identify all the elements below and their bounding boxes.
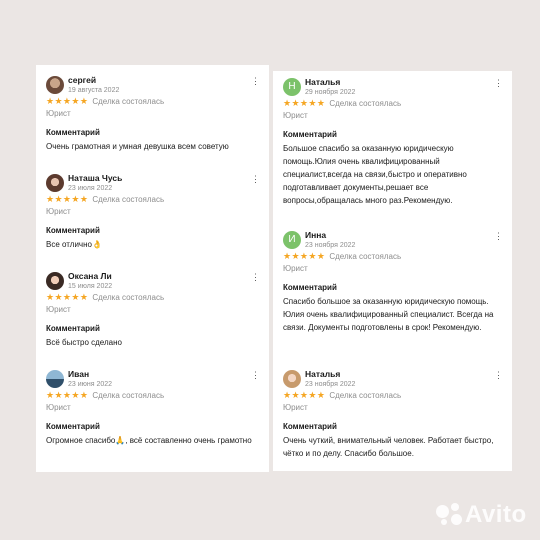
service-category: Юрист <box>46 305 71 314</box>
avito-watermark: Avito <box>436 501 527 529</box>
review-date: 23 июля 2022 <box>68 185 113 192</box>
service-category: Юрист <box>46 403 71 412</box>
avatar[interactable]: Н <box>283 78 301 96</box>
review-item: И Инна 23 ноября 2022 ⋮ ★★★★★ Сделка сост… <box>283 230 503 334</box>
avatar[interactable] <box>46 76 64 94</box>
service-category: Юрист <box>283 403 308 412</box>
service-category: Юрист <box>283 111 308 120</box>
deal-status: Сделка состоялась <box>92 97 165 106</box>
comment-text: Огромное спасибо🙏, всё составленно очень… <box>46 436 252 445</box>
deal-status: Сделка состоялась <box>92 195 165 204</box>
review-date: 29 ноября 2022 <box>305 89 356 96</box>
service-category: Юрист <box>46 207 71 216</box>
more-options-icon[interactable]: ⋮ <box>251 371 260 380</box>
comment-heading: Комментарий <box>283 283 337 292</box>
rating-stars: ★★★★★ <box>46 194 89 204</box>
more-options-icon[interactable]: ⋮ <box>494 371 503 380</box>
reviewer-name[interactable]: Оксана Ли <box>68 271 259 282</box>
review-item: Н Наталья 29 ноября 2022 ⋮ ★★★★★ Сделка с… <box>283 77 503 207</box>
service-category: Юрист <box>283 264 308 273</box>
review-item: Иван 23 июня 2022 ⋮ ★★★★★ Сделка состояла… <box>46 369 260 447</box>
comment-text: Большое спасибо за оказанную юридическую… <box>283 144 467 205</box>
rating-stars: ★★★★★ <box>46 390 89 400</box>
review-date: 15 июля 2022 <box>68 283 113 290</box>
avatar[interactable] <box>283 370 301 388</box>
comment-heading: Комментарий <box>46 422 100 431</box>
review-item: Оксана Ли 15 июля 2022 ⋮ ★★★★★ Сделка сос… <box>46 271 260 349</box>
deal-status: Сделка состоялась <box>92 293 165 302</box>
reviews-card-left: сергей 19 августа 2022 ⋮ ★★★★★ Сделка сос… <box>36 65 269 472</box>
rating-stars: ★★★★★ <box>283 251 326 261</box>
comment-text: Все отлично👌 <box>46 240 102 249</box>
rating-stars: ★★★★★ <box>46 96 89 106</box>
deal-status: Сделка состоялась <box>329 391 402 400</box>
avito-logo-text: Avito <box>465 501 527 528</box>
avatar[interactable] <box>46 370 64 388</box>
avito-logo-icon <box>436 503 462 527</box>
comment-heading: Комментарий <box>46 226 100 235</box>
reviewer-name[interactable]: Инна <box>305 230 502 241</box>
more-options-icon[interactable]: ⋮ <box>251 175 260 184</box>
comment-text: Всё быстро сделано <box>46 338 122 347</box>
reviewer-name[interactable]: Наталья <box>305 77 502 88</box>
service-category: Юрист <box>46 109 71 118</box>
deal-status: Сделка состоялась <box>92 391 165 400</box>
deal-status: Сделка состоялась <box>329 99 402 108</box>
comment-text: Спасибо большое за оказанную юридическую… <box>283 297 494 332</box>
more-options-icon[interactable]: ⋮ <box>494 79 503 88</box>
comment-heading: Комментарий <box>283 422 337 431</box>
review-item: Наталья 23 ноября 2022 ⋮ ★★★★★ Сделка сос… <box>283 369 503 460</box>
avatar[interactable]: И <box>283 231 301 249</box>
avatar[interactable] <box>46 174 64 192</box>
reviewer-name[interactable]: Наталья <box>305 369 502 380</box>
reviewer-name[interactable]: Иван <box>68 369 259 380</box>
review-date: 19 августа 2022 <box>68 87 120 94</box>
comment-heading: Комментарий <box>46 128 100 137</box>
review-date: 23 ноября 2022 <box>305 381 356 388</box>
comment-heading: Комментарий <box>46 324 100 333</box>
review-date: 23 июня 2022 <box>68 381 113 388</box>
deal-status: Сделка состоялась <box>329 252 402 261</box>
more-options-icon[interactable]: ⋮ <box>251 77 260 86</box>
rating-stars: ★★★★★ <box>283 390 326 400</box>
comment-text: Очень чуткий, внимательный человек. Рабо… <box>283 436 494 458</box>
more-options-icon[interactable]: ⋮ <box>251 273 260 282</box>
review-item: Наташа Чусь 23 июля 2022 ⋮ ★★★★★ Сделка с… <box>46 173 260 251</box>
comment-heading: Комментарий <box>283 130 337 139</box>
reviewer-name[interactable]: сергей <box>68 75 259 86</box>
review-item: сергей 19 августа 2022 ⋮ ★★★★★ Сделка сос… <box>46 75 260 153</box>
rating-stars: ★★★★★ <box>46 292 89 302</box>
avatar[interactable] <box>46 272 64 290</box>
reviews-card-right: Н Наталья 29 ноября 2022 ⋮ ★★★★★ Сделка с… <box>273 71 512 471</box>
reviewer-name[interactable]: Наташа Чусь <box>68 173 259 184</box>
comment-text: Очень грамотная и умная девушка всем сов… <box>46 142 229 151</box>
rating-stars: ★★★★★ <box>283 98 326 108</box>
review-date: 23 ноября 2022 <box>305 242 356 249</box>
more-options-icon[interactable]: ⋮ <box>494 232 503 241</box>
